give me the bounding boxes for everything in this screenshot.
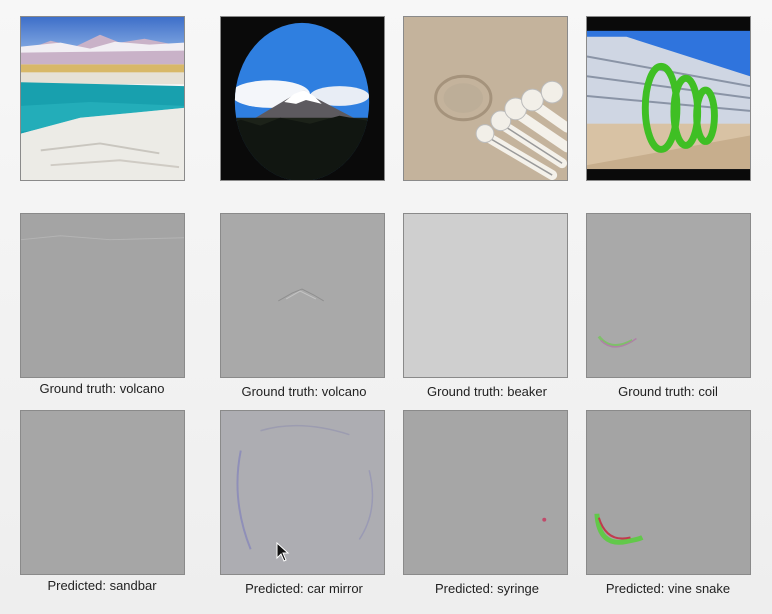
caption-predicted-2: Predicted: car mirror xyxy=(245,581,363,596)
caption-ground-truth-2: Ground truth: volcano xyxy=(241,384,367,399)
saliency-map-ground-truth-2 xyxy=(220,213,385,378)
original-image-mountain-window xyxy=(220,16,385,181)
figure-page: Ground truth: volcano Ground truth: volc… xyxy=(0,0,772,614)
saliency-map-ground-truth-3 xyxy=(403,213,568,378)
original-image-coil xyxy=(586,16,751,181)
saliency-map-predicted-4 xyxy=(586,410,751,575)
caption-predicted-3: Predicted: syringe xyxy=(434,581,540,596)
caption-ground-truth-4: Ground truth: coil xyxy=(618,384,718,399)
saliency-map-predicted-2 xyxy=(220,410,385,575)
caption-predicted-4: Predicted: vine snake xyxy=(605,581,731,596)
saliency-map-predicted-1 xyxy=(20,410,185,575)
saliency-map-predicted-3 xyxy=(403,410,568,575)
caption-predicted-1: Predicted: sandbar xyxy=(47,578,157,593)
caption-ground-truth-3: Ground truth: beaker xyxy=(427,384,547,399)
original-image-lagoon xyxy=(20,16,185,181)
saliency-map-ground-truth-1 xyxy=(20,213,185,378)
caption-ground-truth-1: Ground truth: volcano xyxy=(39,381,165,396)
original-image-beaker xyxy=(403,16,568,181)
mouse-pointer-icon xyxy=(276,542,290,562)
saliency-map-ground-truth-4 xyxy=(586,213,751,378)
